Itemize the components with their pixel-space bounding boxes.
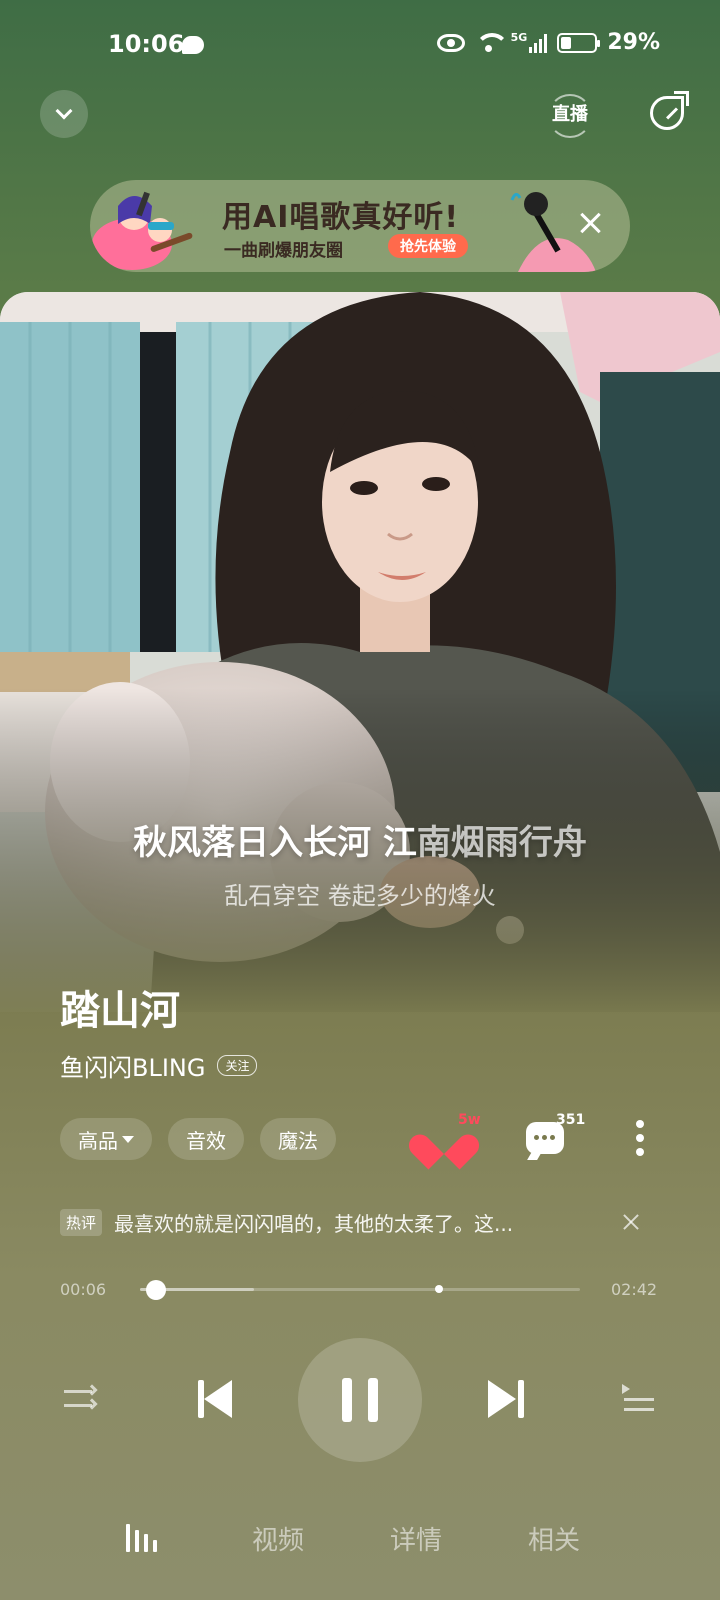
status-bar: 10:06 5G 29% [0,0,720,90]
tab-detail[interactable]: 详情 [390,1520,442,1557]
quality-label: 高品 [78,1128,118,1153]
current-time: 00:06 [60,1280,107,1299]
next-track-icon[interactable] [488,1380,524,1418]
wifi-icon [474,32,509,53]
network-type: 5G [510,31,528,44]
tab-lyrics-icon[interactable] [126,1522,162,1552]
lyric-next-line[interactable]: 乱石穿空 卷起多少的烽火 [0,876,720,911]
artist-name[interactable]: 鱼闪闪BLING [60,1048,205,1083]
magic-button[interactable]: 魔法 [260,1118,336,1160]
quality-button[interactable]: 高品 [60,1118,152,1160]
total-time: 02:42 [611,1280,658,1299]
banner-title: 用AI唱歌真好听! [222,200,460,235]
status-time: 10:06 [108,30,185,58]
shuffle-icon[interactable] [64,1382,98,1414]
progress-marker [435,1285,444,1293]
previous-track-icon[interactable] [198,1380,234,1418]
tab-related[interactable]: 相关 [528,1520,580,1557]
live-label: 直播 [552,104,588,125]
battery-icon [557,32,601,53]
status-right: 5G 29% [436,30,660,55]
hot-comment-text: 最喜欢的就是闪闪唱的，其他的太柔了。这... [114,1212,514,1236]
comment-count: 351 [556,1112,586,1128]
share-icon[interactable] [650,91,689,130]
hot-comment-close-icon[interactable] [621,1212,641,1232]
banner-cta-button[interactable]: 抢先体验 [388,234,468,258]
magic-label: 魔法 [278,1128,318,1153]
singer-illustration [92,191,193,270]
like-count: 5w [458,1112,481,1128]
tab-video[interactable]: 视频 [252,1520,304,1557]
caret-down-icon [122,1135,134,1143]
audio-options: 高品 音效 魔法 [60,1118,336,1160]
playlist-icon[interactable] [622,1384,654,1414]
artist-row[interactable]: 鱼闪闪BLING 关注 [60,1048,258,1083]
follow-button[interactable]: 关注 [217,1055,258,1076]
banner-subtitle: 一曲刷爆朋友圈 [224,241,343,261]
message-icon [182,36,204,54]
collapse-button[interactable] [40,90,88,138]
progress-thumb[interactable] [146,1280,167,1300]
eye-icon [436,33,465,52]
signal-icon [529,33,548,53]
pause-button[interactable] [298,1338,422,1462]
lyric-current-sung: 秋风落日入长河 江 [133,823,417,863]
bottom-tabs: 视频 详情 相关 [0,1512,720,1572]
banner-close-icon[interactable] [575,208,605,238]
ai-sing-banner[interactable]: 用AI唱歌真好听! 一曲刷爆朋友圈 抢先体验 [90,180,630,272]
hot-comment-badge: 热评 [60,1209,103,1236]
progress-bar[interactable] [140,1280,580,1300]
hot-comment[interactable]: 热评 最喜欢的就是闪闪唱的，其他的太柔了。这... [60,1208,660,1237]
effect-label: 音效 [186,1128,226,1153]
lyric-current-unsung: 南烟雨行舟 [416,823,587,863]
lyric-current-line[interactable]: 秋风落日入长河 江南烟雨行舟 [0,815,720,864]
live-button[interactable]: 直播 [546,92,594,138]
song-title: 踏山河 [60,988,180,1034]
more-options-icon[interactable] [636,1120,644,1158]
battery-level: 29% [607,30,660,55]
chevron-down-icon [55,102,73,120]
effect-button[interactable]: 音效 [168,1118,244,1160]
